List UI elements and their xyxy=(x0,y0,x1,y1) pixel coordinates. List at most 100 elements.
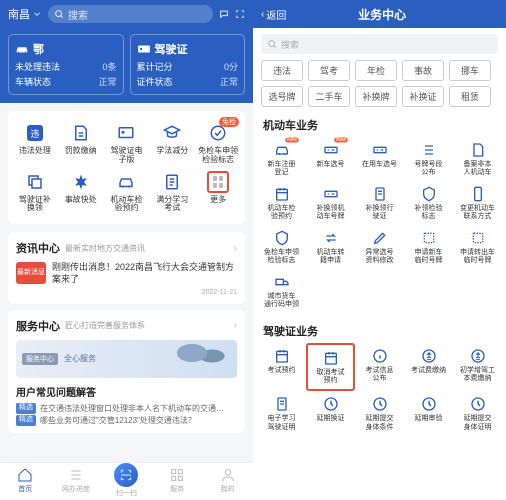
action-icon xyxy=(115,122,137,144)
service-icon xyxy=(371,347,389,365)
faq-item[interactable]: 精选在交通违法处理窗口处理非本人名下机动车的交通… xyxy=(16,403,237,415)
service-item[interactable]: 补换领机 动车号牌 xyxy=(306,181,355,225)
service-item[interactable]: 异常选号 资料修改 xyxy=(355,225,404,269)
service-item[interactable]: 申请新车 临时号牌 xyxy=(404,225,453,269)
service-label: 补换领机 动车号牌 xyxy=(317,205,345,221)
service-icon xyxy=(371,185,389,203)
back-button[interactable]: ‹返回 xyxy=(261,7,286,22)
service-item[interactable]: 延期换证 xyxy=(306,391,355,435)
service-label: 延期换证 xyxy=(317,415,345,423)
service-item[interactable]: 补换领行 驶证 xyxy=(355,181,404,225)
quick-action-item[interactable]: 满分学习 考试 xyxy=(149,168,195,217)
category-chip[interactable]: 事故 xyxy=(402,60,444,81)
quick-action-item[interactable]: 机动车检 验预约 xyxy=(104,168,150,217)
service-item[interactable]: 延期提交 身体证明 xyxy=(453,391,502,435)
action-label: 更多 xyxy=(210,196,226,205)
bottom-tab-bar: 首页 网办进度 扫一扫 服务 我的 xyxy=(0,462,253,500)
news-section[interactable]: 资讯中心 最新实时地方交通资讯 › 最新消息 刚刚传出消息！2022南昌飞行大会… xyxy=(8,232,245,303)
category-chip[interactable]: 驾考 xyxy=(308,60,350,81)
service-label: 新车选号 xyxy=(317,161,345,169)
grid-icon xyxy=(169,467,185,483)
service-label: 考试信息 公布 xyxy=(366,367,394,383)
service-item[interactable]: 备案非本 人机动车 xyxy=(453,137,502,181)
service-item[interactable]: 取消考试 预约 xyxy=(306,343,355,391)
service-item[interactable]: 延期提交 身体条件 xyxy=(355,391,404,435)
category-chip[interactable]: 年检 xyxy=(355,60,397,81)
service-item[interactable]: 初学增驾工 本费缴纳 xyxy=(453,343,502,391)
service-banner: 服务中心 全心服务 xyxy=(16,340,237,378)
scan-icon[interactable] xyxy=(235,9,245,19)
chevron-down-icon xyxy=(32,9,42,19)
news-headline: 刚刚传出消息！2022南昌飞行大会交通管制方案来了 xyxy=(52,262,237,285)
service-item[interactable]: 新车注册 登记New xyxy=(257,137,306,181)
search-icon xyxy=(54,9,64,19)
service-item[interactable]: 号牌号段 公布 xyxy=(404,137,453,181)
search-bar[interactable]: 搜索 xyxy=(48,5,213,23)
scan-center-icon xyxy=(119,468,133,482)
service-icon xyxy=(371,395,389,413)
category-chip[interactable]: 选号牌 xyxy=(261,86,303,107)
tab-progress[interactable]: 网办进度 xyxy=(51,467,102,498)
message-icon[interactable] xyxy=(219,9,229,19)
service-icon xyxy=(322,349,340,367)
license-card[interactable]: 驾驶证 累计记分0分 证件状态正常 xyxy=(130,34,246,95)
category-chip[interactable]: 补换牌 xyxy=(355,86,397,107)
faq-item[interactable]: 精选哪些业务可通过"交管12123"处理交通违法？ xyxy=(16,415,237,427)
tab-scan[interactable]: 扫一扫 xyxy=(101,467,152,498)
tab-me[interactable]: 我的 xyxy=(202,467,253,498)
service-item[interactable]: 城市货车 通行码申领 xyxy=(257,269,306,313)
quick-action-item[interactable]: 事故快处 xyxy=(58,168,104,217)
service-item[interactable]: 电子学习 驾驶证明 xyxy=(257,391,306,435)
service-icon xyxy=(322,229,340,247)
new-badge: New xyxy=(285,137,299,142)
news-title: 资讯中心 xyxy=(16,240,60,256)
service-icon xyxy=(469,347,487,365)
id-icon xyxy=(137,43,151,55)
service-item[interactable]: 考试信息 公布 xyxy=(355,343,404,391)
service-item[interactable]: 免检车申领 检验标志 xyxy=(257,225,306,269)
action-label: 违法处理 xyxy=(19,147,51,156)
service-icon xyxy=(322,141,340,159)
bc-header: ‹返回 业务中心 xyxy=(253,0,506,28)
quick-action-item[interactable]: 违违法处理 xyxy=(12,119,58,168)
quick-action-item[interactable]: 罚款缴纳 xyxy=(58,119,104,168)
bc-search[interactable]: 搜索 xyxy=(261,34,498,54)
service-icon xyxy=(420,141,438,159)
section-vehicle: 机动车业务 xyxy=(253,107,506,137)
city-selector[interactable]: 南昌 xyxy=(8,6,42,22)
service-section[interactable]: 服务中心 匠心打造完善服务体系 › 服务中心 全心服务 用户常见问题解答 精选在… xyxy=(8,310,245,433)
quick-action-item[interactable]: 驾驶证电 子版 xyxy=(104,119,150,168)
quick-action-item[interactable]: 更多 xyxy=(195,168,241,217)
service-icon xyxy=(273,347,291,365)
service-item[interactable]: 在用车选号 xyxy=(355,137,404,181)
service-icon xyxy=(273,273,291,291)
city-label: 南昌 xyxy=(8,6,30,22)
service-item[interactable]: 考试费缴纳 xyxy=(404,343,453,391)
tab-service[interactable]: 服务 xyxy=(152,467,203,498)
service-item[interactable]: 延期审验 xyxy=(404,391,453,435)
vehicle-card[interactable]: 鄂 未处理违法0条 车辆状态正常 xyxy=(8,34,124,95)
action-icon xyxy=(70,122,92,144)
service-item[interactable]: 补领检验 标志 xyxy=(404,181,453,225)
tab-home[interactable]: 首页 xyxy=(0,467,51,498)
quick-action-item[interactable]: 驾驶证补 换领 xyxy=(12,168,58,217)
action-icon xyxy=(161,122,183,144)
service-item[interactable]: 考试预约 xyxy=(257,343,306,391)
category-chip[interactable]: 租赁 xyxy=(449,86,491,107)
service-label: 变更机动车 联系方式 xyxy=(460,205,495,221)
service-label: 免检车申领 检验标志 xyxy=(264,249,299,265)
action-label: 机动车检 验预约 xyxy=(110,196,142,214)
service-icon xyxy=(322,185,340,203)
service-item[interactable]: 机动车转 籍申请 xyxy=(306,225,355,269)
service-item[interactable]: 申请转出车 临时号牌 xyxy=(453,225,502,269)
category-chip[interactable]: 二手车 xyxy=(308,86,350,107)
quick-action-item[interactable]: 免检车申领 检验标志免检 xyxy=(195,119,241,168)
license-grid: 考试预约取消考试 预约考试信息 公布考试费缴纳初学增驾工 本费缴纳电子学习 驾驶… xyxy=(253,343,506,435)
quick-action-item[interactable]: 学法减分 xyxy=(149,119,195,168)
category-chip[interactable]: 补换证 xyxy=(402,86,444,107)
category-chip[interactable]: 违法 xyxy=(261,60,303,81)
service-item[interactable]: 新车选号New xyxy=(306,137,355,181)
service-item[interactable]: 机动车检 验预约 xyxy=(257,181,306,225)
category-chip[interactable]: 挪车 xyxy=(449,60,491,81)
service-item[interactable]: 变更机动车 联系方式 xyxy=(453,181,502,225)
